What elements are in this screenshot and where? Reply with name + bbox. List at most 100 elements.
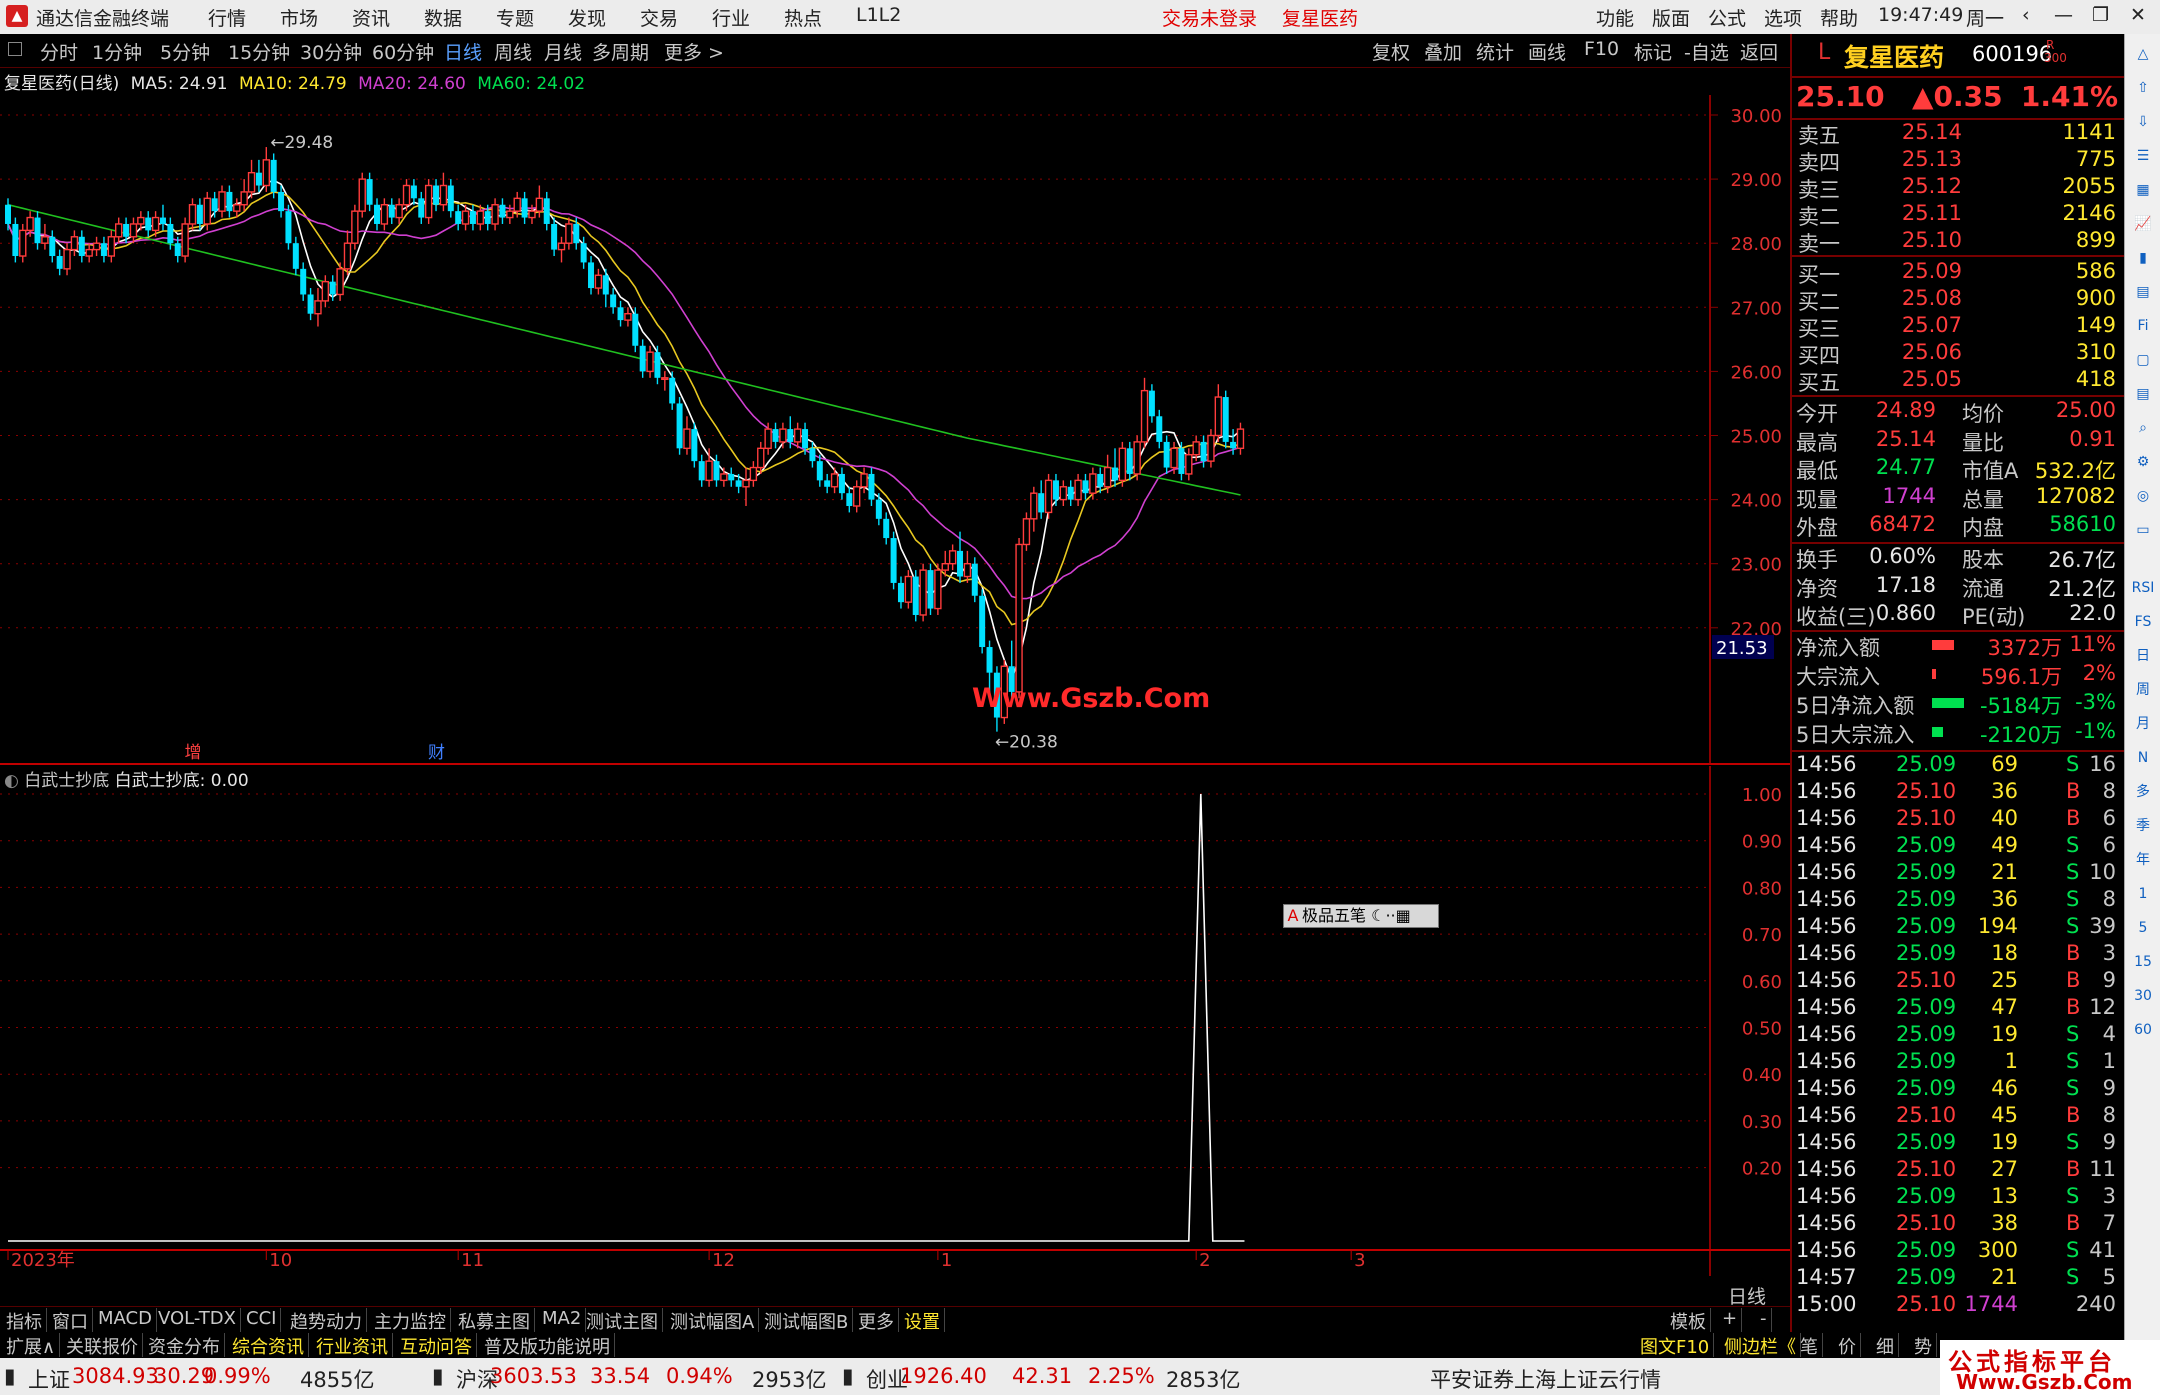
ext-right-tab-1[interactable]: 侧边栏《: [1720, 1333, 1801, 1358]
btn-biaoji[interactable]: 标记: [1634, 38, 1672, 65]
bid-row[interactable]: 买五 25.05 418: [1792, 367, 2122, 395]
menu-item-faxian[interactable]: 发现: [568, 4, 606, 31]
sidebar-label-7[interactable]: 季: [2129, 812, 2157, 840]
bottom-tab-9[interactable]: 测试主图: [582, 1308, 663, 1333]
ext-tab-0[interactable]: 扩展∧: [2, 1333, 61, 1358]
menu-item-zixun[interactable]: 资讯: [352, 4, 390, 31]
btn-diejia[interactable]: 叠加: [1424, 38, 1462, 65]
bid-row[interactable]: 买四 25.06 310: [1792, 340, 2122, 368]
menu-item-gongneng[interactable]: 功能: [1596, 4, 1634, 31]
ext-tab-2[interactable]: 资金分布: [144, 1333, 225, 1358]
btn-fuquan[interactable]: 复权: [1372, 38, 1410, 65]
arrow-down-icon[interactable]: ⇩: [2129, 108, 2157, 136]
sidebar-label-10[interactable]: 5: [2129, 914, 2157, 942]
ime-keyboard-icon[interactable]: ▦: [1396, 906, 1411, 925]
period-15min[interactable]: 15分钟: [228, 38, 290, 65]
period-weekly[interactable]: 周线: [494, 38, 532, 65]
ext-right-tab-2[interactable]: 笔: [1796, 1333, 1823, 1358]
menu-item-redian[interactable]: 热点: [784, 4, 822, 31]
bid-row[interactable]: 买一 25.09 586: [1792, 259, 2122, 287]
bottom-tab-6[interactable]: 主力监控: [370, 1308, 451, 1333]
menu-item-l1l2[interactable]: L1L2: [856, 4, 901, 26]
ask-row[interactable]: 卖四 25.13 775: [1792, 147, 2122, 175]
ext-tab-4[interactable]: 行业资讯: [312, 1333, 393, 1358]
template-button[interactable]: 模板: [1666, 1308, 1711, 1333]
sidebar-label-4[interactable]: 月: [2129, 710, 2157, 738]
menu-item-shuju[interactable]: 数据: [424, 4, 462, 31]
menu-item-hangye[interactable]: 行业: [712, 4, 750, 31]
sidebar-label-0[interactable]: RSI: [2129, 574, 2157, 602]
period-more[interactable]: 更多 >: [664, 38, 724, 65]
menu-item-shichang[interactable]: 市场: [280, 4, 318, 31]
menu-item-zhuanti[interactable]: 专题: [496, 4, 534, 31]
ext-right-tab-5[interactable]: 势: [1910, 1333, 1937, 1358]
bottom-tab-12[interactable]: 更多: [854, 1308, 899, 1333]
bid-row[interactable]: 买三 25.07 149: [1792, 313, 2122, 341]
btn-zixuan[interactable]: -自选: [1684, 38, 1729, 65]
doc-icon[interactable]: ▭: [2129, 516, 2157, 544]
ext-tab-3[interactable]: 综合资讯: [228, 1333, 309, 1358]
ext-tab-6[interactable]: 普及版功能说明: [480, 1333, 615, 1358]
back-nav-icon[interactable]: ‹: [2022, 4, 2030, 26]
sidebar-label-3[interactable]: 周: [2129, 676, 2157, 704]
remove-pane-button[interactable]: -: [1756, 1308, 1772, 1332]
menu-item-jiaoyi[interactable]: 交易: [640, 4, 678, 31]
sidebar-label-13[interactable]: 60: [2129, 1016, 2157, 1044]
menu-item-banmian[interactable]: 版面: [1652, 4, 1690, 31]
menu-item-xuanxiang[interactable]: 选项: [1764, 4, 1802, 31]
restore-icon[interactable]: ❐: [2092, 4, 2109, 26]
btn-tongji[interactable]: 统计: [1476, 38, 1514, 65]
ime-punct-icon[interactable]: ··: [1385, 906, 1395, 925]
period-5min[interactable]: 5分钟: [160, 38, 210, 65]
table-icon[interactable]: ▤: [2129, 278, 2157, 306]
sidebar-label-8[interactable]: 年: [2129, 846, 2157, 874]
event-marker[interactable]: 财: [428, 743, 445, 763]
bottom-tab-8[interactable]: MA2: [538, 1308, 587, 1332]
bottom-tab-0[interactable]: 指标: [2, 1308, 47, 1333]
sidebar-label-1[interactable]: FS: [2129, 608, 2157, 636]
ime-moon-icon[interactable]: ☾: [1371, 906, 1385, 925]
menu-item-gongshi[interactable]: 公式: [1708, 4, 1746, 31]
ask-row[interactable]: 卖三 25.12 2055: [1792, 174, 2122, 202]
arrow-up-icon[interactable]: △: [2129, 40, 2157, 68]
sidebar-label-9[interactable]: 1: [2129, 880, 2157, 908]
period-30min[interactable]: 30分钟: [300, 38, 362, 65]
btn-f10[interactable]: F10: [1584, 38, 1619, 60]
bottom-tab-10[interactable]: 测试幅图A: [666, 1308, 760, 1333]
btn-huaxian[interactable]: 画线: [1528, 38, 1566, 65]
list-icon[interactable]: ☰: [2129, 142, 2157, 170]
indicator-chart[interactable]: 1.00 0.90 0.80 0.70 0.60 0.50 0.40 0.30 0.20 2023…: [0, 766, 1790, 1276]
add-pane-button[interactable]: +: [1718, 1308, 1743, 1332]
login-status[interactable]: 交易未登录: [1162, 4, 1257, 31]
bottom-tab-4[interactable]: CCI: [242, 1308, 282, 1332]
ime-toolbar[interactable]: A 极品五笔 ☾··▦: [1283, 904, 1439, 928]
bottom-tab-5[interactable]: 趋势动力: [286, 1308, 367, 1333]
close-icon[interactable]: ✕: [2130, 4, 2146, 26]
ask-row[interactable]: 卖二 25.11 2146: [1792, 201, 2122, 229]
bottom-tab-3[interactable]: VOL-TDX: [154, 1308, 241, 1332]
menu-item-bangzhu[interactable]: 帮助: [1820, 4, 1858, 31]
chart-icon[interactable]: 📈: [2129, 210, 2157, 238]
period-1min[interactable]: 1分钟: [92, 38, 142, 65]
period-multi[interactable]: 多周期: [592, 38, 649, 65]
bottom-tab-2[interactable]: MACD: [94, 1308, 157, 1332]
arrow-up-icon[interactable]: ⇧: [2129, 74, 2157, 102]
collapse-icon[interactable]: [8, 42, 22, 56]
bottom-tab-11[interactable]: 测试幅图B: [760, 1308, 854, 1333]
bid-row[interactable]: 买二 25.08 900: [1792, 286, 2122, 314]
ext-right-tab-3[interactable]: 价: [1834, 1333, 1861, 1358]
candle-icon[interactable]: ▮: [2129, 244, 2157, 272]
bottom-tab-7[interactable]: 私募主图: [454, 1308, 535, 1333]
menu-item-hangqing[interactable]: 行情: [208, 4, 246, 31]
period-60min[interactable]: 60分钟: [372, 38, 434, 65]
event-marker[interactable]: 增: [185, 743, 202, 763]
candlestick-chart[interactable]: 30.00 29.00 28.00 27.00 26.00 25.00 24.00 23.00…: [0, 95, 1790, 765]
sidebar-label-6[interactable]: 多: [2129, 778, 2157, 806]
ask-row[interactable]: 卖五 25.14 1141: [1792, 120, 2122, 148]
ext-right-tab-0[interactable]: 图文F10: [1636, 1333, 1715, 1358]
search-icon[interactable]: ⌕: [2129, 414, 2157, 442]
bottom-tab-1[interactable]: 窗口: [48, 1308, 93, 1333]
sidebar-label-5[interactable]: N: [2129, 744, 2157, 772]
period-daily[interactable]: 日线: [444, 38, 482, 65]
ext-tab-5[interactable]: 互动问答: [396, 1333, 477, 1358]
